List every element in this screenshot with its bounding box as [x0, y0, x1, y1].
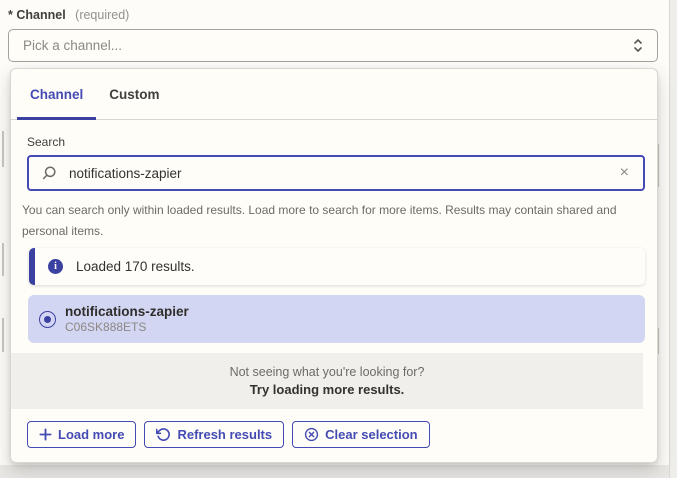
- background-field-edge: [2, 318, 4, 352]
- hint-question: Not seeing what you're looking for?: [230, 363, 425, 381]
- background-field-edge: [2, 131, 4, 167]
- clear-selection-button[interactable]: Clear selection: [292, 421, 430, 448]
- refresh-results-button[interactable]: Refresh results: [144, 421, 284, 448]
- channel-select[interactable]: Pick a channel...: [8, 29, 658, 62]
- plus-icon: [39, 428, 52, 441]
- clear-search-icon[interactable]: ×: [616, 163, 633, 183]
- dropdown-footer: Load more Refresh results Clear selectio…: [27, 421, 430, 448]
- dropdown-tabs: Channel Custom: [11, 69, 657, 120]
- search-box: ×: [27, 155, 645, 191]
- background-field-edge: [2, 243, 4, 276]
- result-title: notifications-zapier: [65, 304, 189, 320]
- tab-custom[interactable]: Custom: [96, 69, 172, 119]
- hint-action: Try loading more results.: [250, 381, 405, 399]
- result-id: C06SK888ETS: [65, 320, 189, 335]
- select-placeholder: Pick a channel...: [23, 38, 122, 53]
- refresh-ccw-icon: [156, 427, 171, 442]
- required-note: (required): [75, 8, 129, 22]
- result-text: notifications-zapier C06SK888ETS: [65, 304, 189, 335]
- field-label-text: * Channel: [8, 8, 66, 22]
- page-scrollbar-gutter[interactable]: [669, 0, 677, 478]
- page-bottom-band: [0, 465, 677, 478]
- info-icon: i: [48, 259, 63, 274]
- tab-channel[interactable]: Channel: [17, 69, 96, 119]
- radio-selected-icon: [39, 311, 56, 328]
- loaded-results-alert: i Loaded 170 results.: [29, 248, 645, 285]
- chevron-up-down-icon: [631, 37, 645, 54]
- alert-text: Loaded 170 results.: [76, 259, 195, 274]
- channel-dropdown-panel: Channel Custom Search × You can search o…: [10, 68, 658, 463]
- result-row-notifications-zapier[interactable]: notifications-zapier C06SK888ETS: [28, 295, 645, 343]
- required-asterisk: *: [8, 8, 13, 22]
- channel-field-label: * Channel (required): [8, 8, 129, 22]
- load-more-button[interactable]: Load more: [27, 421, 136, 448]
- search-icon: [41, 165, 57, 181]
- search-help-text: You can search only within loaded result…: [22, 200, 647, 242]
- search-label: Search: [27, 135, 65, 149]
- load-more-hint: Not seeing what you're looking for? Try …: [11, 353, 643, 409]
- clear-circle-icon: [304, 427, 319, 442]
- search-input[interactable]: [67, 165, 616, 182]
